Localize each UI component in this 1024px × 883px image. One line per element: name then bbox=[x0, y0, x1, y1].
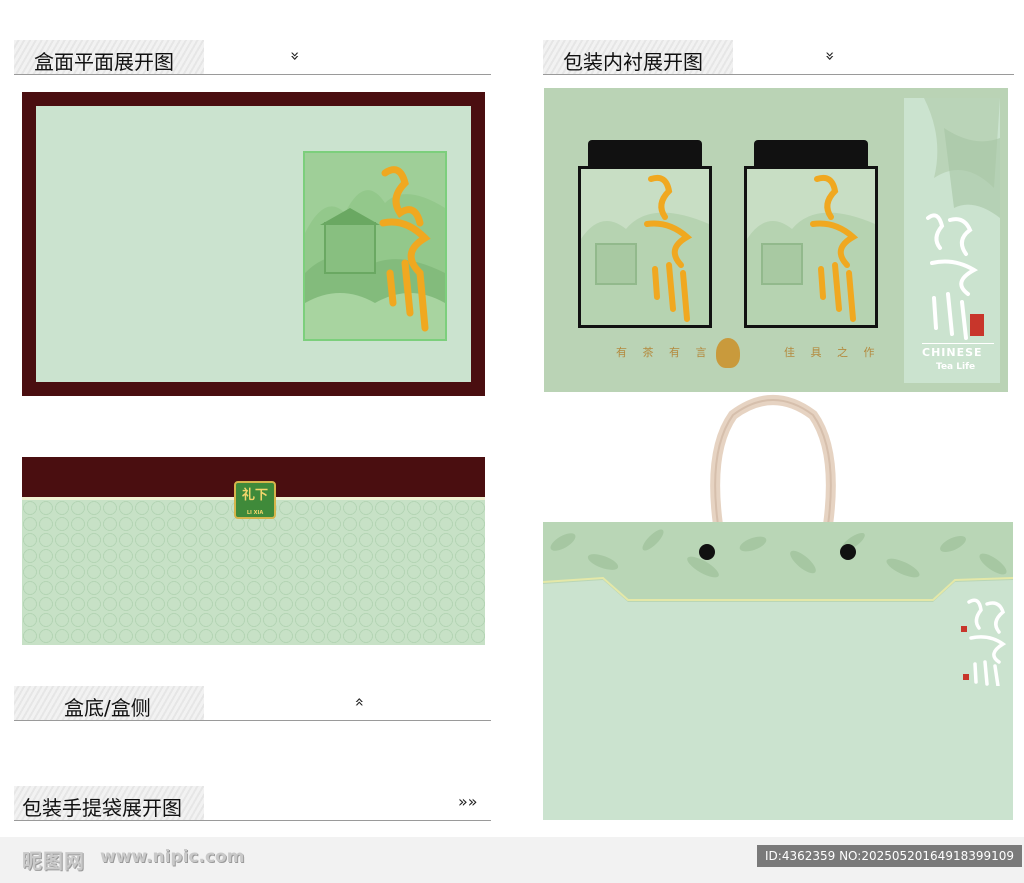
bag-hole-left bbox=[699, 544, 715, 560]
brand-english-1: CHINESE bbox=[922, 346, 983, 359]
handbag-artwork bbox=[543, 390, 1013, 820]
tray-left-text: 有 茶 有 言 bbox=[616, 346, 713, 359]
section-header-box-bottom[interactable]: 盒底/盒侧 » bbox=[14, 686, 491, 721]
footer-bar: 昵图网 www.nipic.com ID:4362359 NO:20250520… bbox=[0, 837, 1024, 883]
chevron-up-icon[interactable]: » bbox=[349, 694, 368, 710]
section-header-inner-tray[interactable]: 包装内衬展开图 » bbox=[543, 40, 1014, 75]
brand-calligraphy bbox=[961, 598, 1007, 686]
tea-can-right bbox=[744, 140, 878, 328]
chevron-right-icon[interactable]: »» bbox=[458, 794, 478, 810]
tea-can-left bbox=[578, 140, 712, 328]
chevron-down-icon[interactable]: » bbox=[821, 48, 840, 64]
chevron-down-icon[interactable]: » bbox=[286, 48, 305, 64]
bag-handle bbox=[710, 395, 836, 526]
can-body bbox=[744, 166, 878, 328]
section-title: 盒底/盒侧 bbox=[64, 696, 151, 720]
bag-fold-line bbox=[543, 576, 1013, 606]
bag-hole-right bbox=[840, 544, 856, 560]
box-plan-inner bbox=[36, 106, 471, 382]
bag-body bbox=[543, 522, 1013, 820]
divider bbox=[922, 343, 994, 344]
section-title: 盒面平面展开图 bbox=[34, 50, 174, 74]
seal-icon: 礼下 LI XIA bbox=[234, 481, 276, 519]
image-id-badge: ID:4362359 NO:20250520164918399109 bbox=[757, 845, 1023, 867]
section-header-box-plan[interactable]: 盒面平面展开图 » bbox=[14, 40, 491, 75]
site-url: www.nipic.com bbox=[100, 847, 245, 867]
landscape-illustration bbox=[305, 166, 445, 339]
inner-tray-artwork: 有 茶 有 言 佳 具 之 作 CHINESE Tea Life bbox=[544, 88, 1008, 392]
tray-right-text: 佳 具 之 作 bbox=[784, 346, 881, 359]
site-logo: 昵图网 bbox=[22, 849, 85, 873]
section-title: 包装手提袋展开图 bbox=[22, 796, 182, 820]
brand-english-2: Tea Life bbox=[936, 362, 976, 372]
label-panel-illustration bbox=[303, 151, 447, 341]
box-side-artwork: 礼下 LI XIA bbox=[22, 457, 485, 645]
section-header-handbag[interactable]: 包装手提袋展开图 »» bbox=[14, 786, 491, 821]
section-title: 包装内衬展开图 bbox=[563, 50, 703, 74]
box-side-pattern bbox=[22, 500, 485, 645]
can-body bbox=[578, 166, 712, 328]
brand-calligraphy bbox=[924, 98, 1000, 340]
tray-side-panel: CHINESE Tea Life bbox=[904, 98, 1000, 383]
emblem-icon bbox=[716, 338, 740, 368]
box-plan-artwork bbox=[22, 92, 485, 396]
